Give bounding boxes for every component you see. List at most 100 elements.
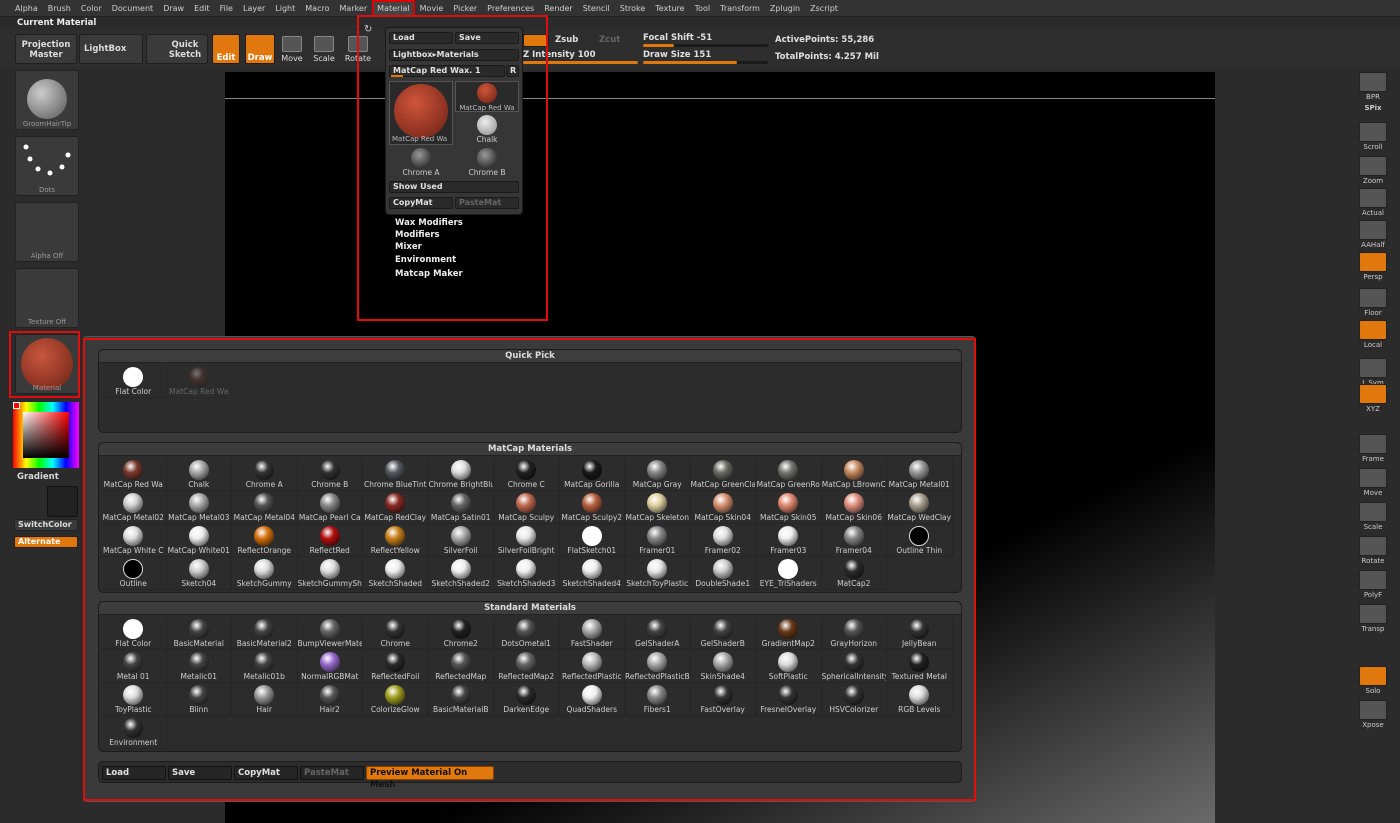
material-item[interactable]: Chrome BrightBlu (428, 458, 494, 491)
material-item[interactable]: ToyPlastic (101, 683, 167, 716)
material-item[interactable]: HSVColorizer (821, 683, 887, 716)
zsub-button[interactable]: Zsub (555, 35, 578, 45)
secondary-color-swatch[interactable] (47, 486, 78, 517)
material-item[interactable]: MatCap Gray (625, 458, 691, 491)
material-item[interactable]: SphericalIntensity (821, 650, 887, 683)
material-item[interactable]: ColorizeGlow (363, 683, 429, 716)
right-aahalf-button[interactable]: AAHalf (1358, 220, 1388, 249)
menu-marker[interactable]: Marker (334, 0, 372, 17)
menu-brush[interactable]: Brush (43, 0, 76, 17)
material-item[interactable]: MatCap Skin06 (821, 491, 887, 524)
material-item[interactable]: DarkenEdge (494, 683, 560, 716)
material-item[interactable]: MatCap GreenRo (756, 458, 822, 491)
menu-macro[interactable]: Macro (300, 0, 334, 17)
z-intensity-slider[interactable]: Z Intensity 100 (523, 50, 596, 60)
material-item[interactable]: MatCap Metal04 (232, 491, 298, 524)
material-item[interactable]: MatCap RedClay (363, 491, 429, 524)
material-item[interactable]: MatCap Satin01 (428, 491, 494, 524)
material-item[interactable]: Hair (232, 683, 298, 716)
menu-movie[interactable]: Movie (415, 0, 449, 17)
material-thumbnail[interactable]: Material (15, 334, 79, 394)
material-item[interactable]: MatCap White01 (166, 524, 232, 557)
menu-material[interactable]: Material (372, 0, 415, 17)
material-item[interactable]: Framer01 (625, 524, 691, 557)
right-scroll-button[interactable]: Scroll (1358, 122, 1388, 151)
material-item[interactable]: RGB Levels (887, 683, 953, 716)
material-item[interactable]: MatCap Sculpy2 (559, 491, 625, 524)
alpha-thumbnail[interactable]: Alpha Off (15, 202, 79, 262)
rotate-tool[interactable]: Rotate (343, 36, 373, 63)
zadd-button[interactable] (523, 34, 549, 47)
menu-file[interactable]: File (215, 0, 238, 17)
material-item[interactable]: FlatSketch01 (559, 524, 625, 557)
material-item[interactable]: BasicMaterial2 (232, 617, 298, 650)
material-item[interactable]: Blinn (166, 683, 232, 716)
right-zoom-button[interactable]: Zoom (1358, 156, 1388, 185)
right-solo-button[interactable]: Solo (1358, 666, 1388, 695)
material-item[interactable]: GradientMap2 (756, 617, 822, 650)
draw-size-track[interactable] (643, 61, 768, 64)
right-rotate-button[interactable]: Rotate (1358, 536, 1388, 565)
material-item[interactable]: SketchShaded4 (559, 557, 625, 590)
material-item[interactable]: JellyBean (887, 617, 953, 650)
material-item[interactable]: GrayHorizon (821, 617, 887, 650)
lightbox-button[interactable]: LightBox (79, 34, 143, 64)
right-transp-button[interactable]: Transp (1358, 604, 1388, 633)
current-material-slider[interactable]: MatCap Red Wax. 1 (389, 65, 505, 77)
stroke-thumbnail[interactable]: Dots (15, 136, 79, 196)
material-item[interactable]: ReflectedFoil (363, 650, 429, 683)
material-item[interactable]: DotsOmetal1 (494, 617, 560, 650)
palette-copymat-button[interactable]: CopyMat (234, 766, 298, 780)
material-item[interactable]: MatCap Metal03 (166, 491, 232, 524)
dropdown-copymat-button[interactable]: CopyMat (389, 197, 453, 209)
draw-size-slider[interactable]: Draw Size 151 (643, 50, 711, 60)
material-item[interactable]: Chrome (363, 617, 429, 650)
show-used-button[interactable]: Show Used (389, 181, 519, 193)
submenu-mixer[interactable]: Mixer (395, 242, 422, 252)
draw-button[interactable]: Draw (245, 34, 275, 64)
material-item[interactable]: FresnelOverlay (756, 683, 822, 716)
material-item[interactable]: MatCap Skin04 (690, 491, 756, 524)
submenu-modifiers[interactable]: Modifiers (395, 230, 440, 240)
material-item[interactable]: Framer04 (821, 524, 887, 557)
menu-color[interactable]: Color (76, 0, 107, 17)
right-floor-button[interactable]: Floor (1358, 288, 1388, 317)
menu-transform[interactable]: Transform (715, 0, 765, 17)
right-spix-button[interactable]: SPix (1358, 104, 1388, 112)
material-item[interactable]: Fibers1 (625, 683, 691, 716)
alternate-button[interactable]: Alternate (14, 536, 78, 548)
menu-alpha[interactable]: Alpha (10, 0, 43, 17)
focal-shift-track[interactable] (643, 44, 768, 47)
dropdown-save-button[interactable]: Save (455, 32, 519, 44)
right-persp-button[interactable]: Persp (1358, 252, 1388, 281)
material-item[interactable]: FastOverlay (690, 683, 756, 716)
palette-pastemat-button[interactable]: PasteMat (300, 766, 364, 780)
menu-picker[interactable]: Picker (448, 0, 482, 17)
material-item[interactable]: SkinShade4 (690, 650, 756, 683)
dropdown-refresh-icon[interactable]: ↻ (364, 24, 372, 35)
material-item[interactable]: ReflectRed (297, 524, 363, 557)
dropdown-material-item[interactable]: Chrome B (455, 147, 519, 178)
color-picker[interactable] (13, 402, 79, 468)
material-item[interactable]: MatCap Skeleton (625, 491, 691, 524)
right-scale-button[interactable]: Scale (1358, 502, 1388, 531)
material-item[interactable]: ReflectedPlastic (559, 650, 625, 683)
material-item[interactable]: DoubleShade1 (690, 557, 756, 590)
menu-zscript[interactable]: Zscript (805, 0, 843, 17)
scale-tool[interactable]: Scale (309, 36, 339, 63)
dropdown-selected-material[interactable]: MatCap Red Wa (389, 81, 453, 145)
material-item[interactable]: Chalk (166, 458, 232, 491)
material-item[interactable]: Chrome2 (428, 617, 494, 650)
material-item[interactable]: GelShaderA (625, 617, 691, 650)
material-item[interactable]: Chrome A (232, 458, 298, 491)
zcut-button[interactable]: Zcut (599, 35, 620, 45)
right-polyf-button[interactable]: PolyF (1358, 570, 1388, 599)
material-item[interactable]: SketchToyPlastic (625, 557, 691, 590)
dropdown-material-item[interactable]: MatCap Red Wa (455, 81, 519, 112)
menu-draw[interactable]: Draw (158, 0, 189, 17)
material-item[interactable]: BasicMaterialB (428, 683, 494, 716)
material-item[interactable]: Chrome BlueTint (363, 458, 429, 491)
material-item[interactable]: QuadShaders (559, 683, 625, 716)
submenu-environment[interactable]: Environment (395, 255, 456, 265)
material-item[interactable]: NormalRGBMat (297, 650, 363, 683)
